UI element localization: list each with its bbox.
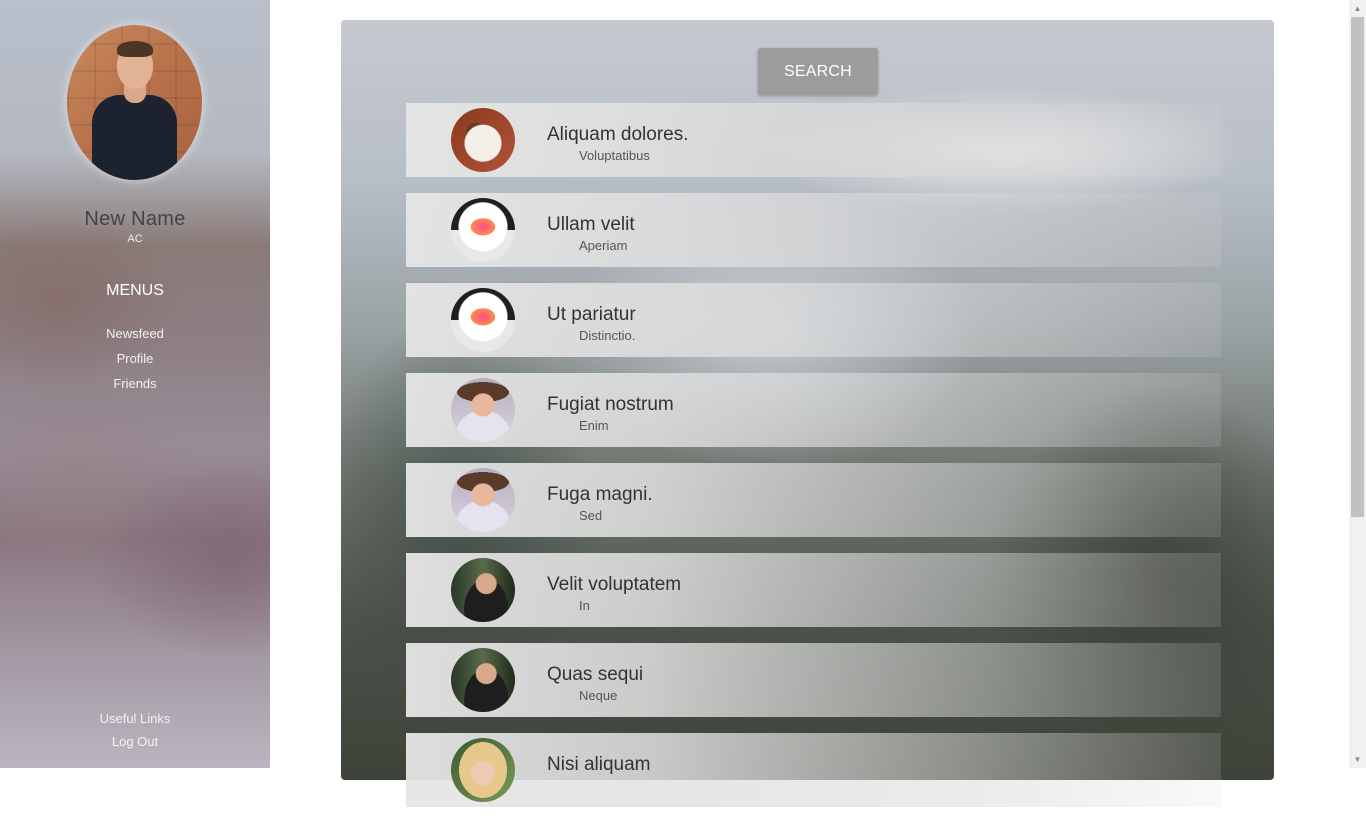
profile-name: New Name bbox=[84, 208, 186, 230]
log-out-link[interactable]: Log Out bbox=[0, 734, 270, 757]
astronaut-avatar-icon bbox=[451, 288, 515, 352]
nav-item-friends[interactable]: Friends bbox=[0, 376, 270, 401]
man-avatar-icon bbox=[451, 558, 515, 622]
list-item[interactable]: Aliquam dolores. Voluptatibus bbox=[406, 103, 1221, 177]
search-button[interactable]: SEARCH bbox=[758, 48, 878, 95]
user-list: Aliquam dolores. Voluptatibus Ullam veli… bbox=[406, 103, 1221, 823]
scroll-down-arrow-icon[interactable]: ▼ bbox=[1349, 751, 1366, 768]
woman-hat-avatar-icon bbox=[451, 468, 515, 532]
list-item[interactable]: Velit voluptatem In bbox=[406, 553, 1221, 627]
scroll-up-arrow-icon[interactable]: ▲ bbox=[1349, 0, 1366, 17]
list-item-title: Fugiat nostrum bbox=[547, 394, 674, 415]
astronaut-avatar-icon bbox=[451, 198, 515, 262]
list-item[interactable]: Ullam velit Aperiam bbox=[406, 193, 1221, 267]
avatar-hair bbox=[117, 41, 153, 57]
list-item[interactable]: Fugiat nostrum Enim bbox=[406, 373, 1221, 447]
list-item-subtitle: Sed bbox=[579, 508, 603, 523]
list-item[interactable]: Nisi aliquam bbox=[406, 733, 1221, 807]
dog-avatar-icon bbox=[451, 108, 515, 172]
list-item-subtitle: Neque bbox=[579, 688, 618, 703]
list-item-title: Ut pariatur bbox=[547, 304, 636, 325]
nav-item-newsfeed[interactable]: Newsfeed bbox=[0, 326, 270, 351]
menus-heading: MENUS bbox=[106, 282, 164, 299]
list-item-subtitle: Distinctio. bbox=[579, 328, 636, 343]
list-item-title: Ullam velit bbox=[547, 214, 635, 235]
nav-item-profile[interactable]: Profile bbox=[0, 351, 270, 376]
bottom-links: Useful Links Log Out bbox=[0, 711, 270, 757]
profile-subtitle: AC bbox=[127, 233, 143, 245]
scroll-thumb[interactable] bbox=[1351, 17, 1364, 517]
list-item-title: Fuga magni. bbox=[547, 484, 653, 505]
list-item[interactable]: Ut pariatur Distinctio. bbox=[406, 283, 1221, 357]
man-avatar-icon bbox=[451, 648, 515, 712]
sidebar: New Name AC MENUS Newsfeed Profile Frien… bbox=[0, 0, 270, 768]
list-item[interactable]: Fuga magni. Sed bbox=[406, 463, 1221, 537]
profile-avatar[interactable] bbox=[67, 25, 202, 180]
nav-menu: Newsfeed Profile Friends bbox=[0, 326, 270, 401]
list-item-title: Aliquam dolores. bbox=[547, 124, 689, 145]
list-item[interactable]: Quas sequi Neque bbox=[406, 643, 1221, 717]
list-item-subtitle: Voluptatibus bbox=[579, 148, 650, 163]
avatar-body bbox=[92, 95, 177, 180]
page-scrollbar[interactable]: ▲ ▼ bbox=[1349, 0, 1366, 768]
woman-hat-avatar-icon bbox=[451, 378, 515, 442]
list-item-subtitle: Aperiam bbox=[579, 238, 628, 253]
useful-links-link[interactable]: Useful Links bbox=[0, 711, 270, 734]
list-item-title: Quas sequi bbox=[547, 664, 644, 685]
list-item-title: Nisi aliquam bbox=[547, 754, 651, 775]
blonde-woman-avatar-icon bbox=[451, 738, 515, 802]
list-item-subtitle: In bbox=[579, 598, 590, 613]
list-item-title: Velit voluptatem bbox=[547, 574, 682, 595]
list-item-subtitle: Enim bbox=[579, 418, 609, 433]
